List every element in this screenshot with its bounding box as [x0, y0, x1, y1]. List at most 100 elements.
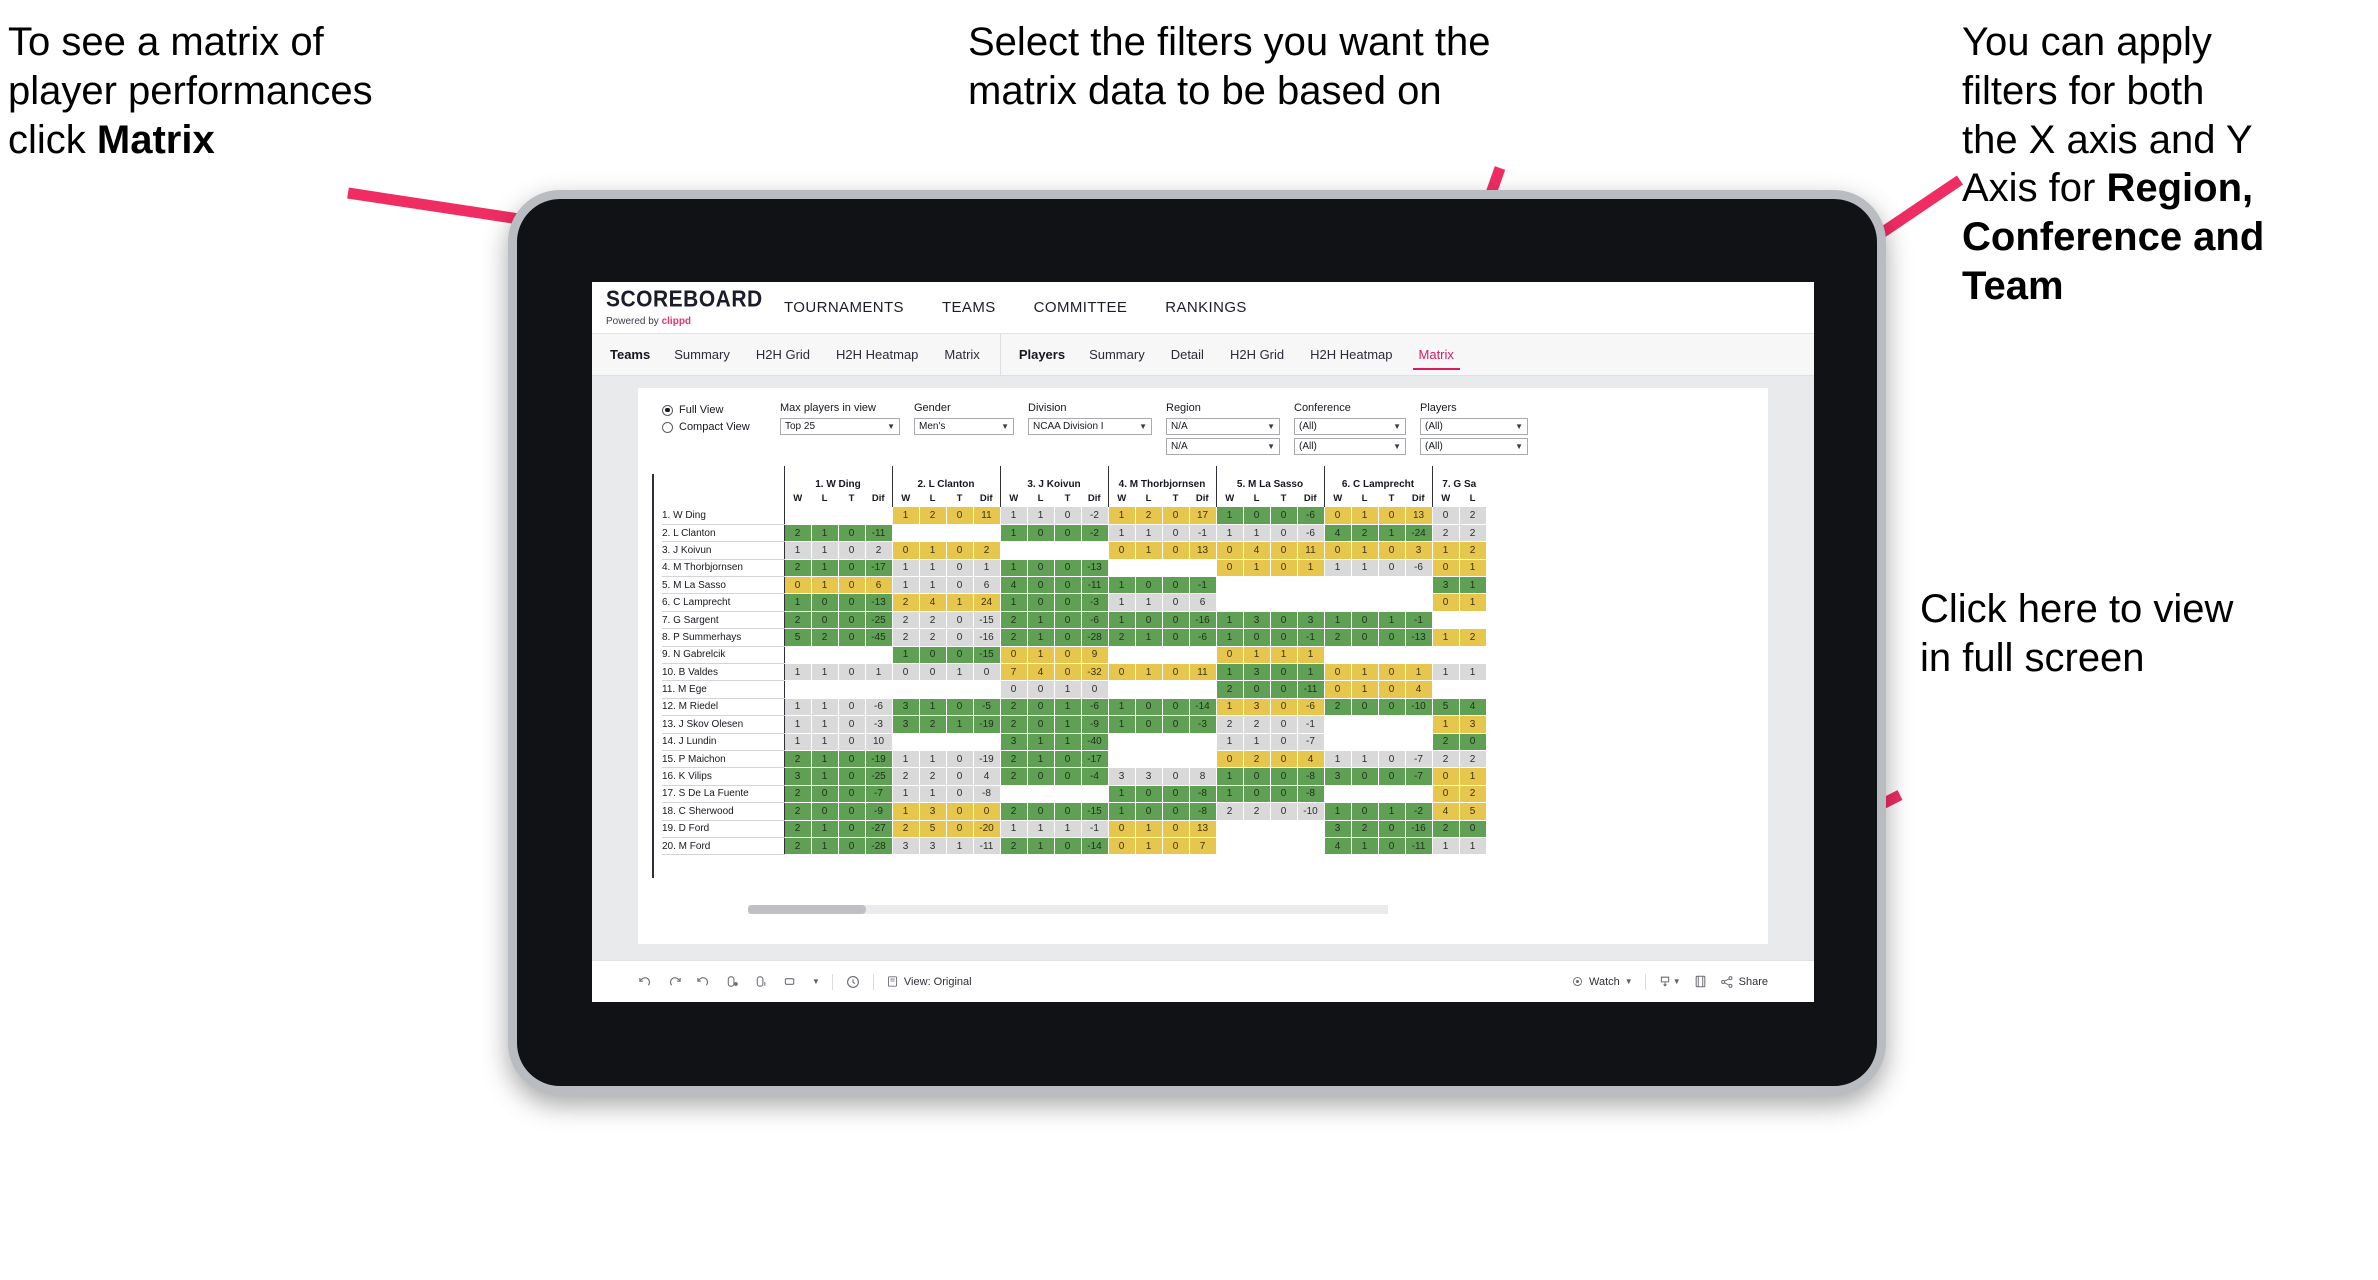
matrix-cell[interactable]: [1189, 559, 1217, 578]
matrix-cell[interactable]: -7: [865, 785, 893, 804]
matrix-cell[interactable]: 1: [811, 733, 839, 751]
matrix-cell[interactable]: 1: [1107, 698, 1136, 717]
matrix-cell[interactable]: 1: [1351, 750, 1379, 769]
matrix-cell[interactable]: [1351, 646, 1379, 665]
matrix-cell[interactable]: 1: [1243, 733, 1271, 751]
matrix-cell[interactable]: 4: [999, 576, 1028, 595]
matrix-column-header[interactable]: 1. W Ding: [783, 466, 892, 490]
matrix-cell[interactable]: [1323, 733, 1352, 751]
matrix-cell[interactable]: 1: [1107, 507, 1136, 525]
matrix-cell[interactable]: 2: [999, 611, 1028, 630]
matrix-cell[interactable]: 1: [1027, 820, 1055, 838]
matrix-cell[interactable]: [946, 524, 974, 543]
matrix-cell[interactable]: [1027, 785, 1055, 804]
matrix-cell[interactable]: -8: [1189, 785, 1217, 804]
matrix-cell[interactable]: 0: [838, 576, 866, 595]
matrix-cell[interactable]: [946, 733, 974, 751]
matrix-cell[interactable]: 3: [891, 715, 920, 734]
matrix-cell[interactable]: 0: [838, 802, 866, 821]
matrix-cell[interactable]: [1243, 593, 1271, 612]
matrix-cell[interactable]: 1: [1027, 750, 1055, 769]
matrix-cell[interactable]: [973, 680, 1001, 699]
matrix-cell[interactable]: 1: [891, 785, 920, 804]
matrix-row-label[interactable]: 10. B Valdes: [662, 663, 785, 682]
matrix-cell[interactable]: 1: [919, 698, 947, 717]
matrix-cell[interactable]: 4: [1323, 837, 1352, 856]
matrix-cell[interactable]: 0: [838, 715, 866, 734]
tab-teams-matrix[interactable]: Matrix: [942, 335, 981, 374]
matrix-cell[interactable]: 1: [1107, 576, 1136, 595]
matrix-cell[interactable]: 0: [1351, 698, 1379, 717]
matrix-cell[interactable]: 1: [811, 750, 839, 769]
matrix-cell[interactable]: [1215, 820, 1244, 838]
matrix-cell[interactable]: -11: [973, 837, 1001, 856]
redo-icon[interactable]: [667, 974, 682, 989]
matrix-cell[interactable]: -3: [1189, 715, 1217, 734]
matrix-cell[interactable]: 2: [1243, 802, 1271, 821]
matrix-cell[interactable]: 1: [1054, 733, 1082, 751]
matrix-cell[interactable]: -1: [1297, 628, 1325, 647]
tab-players-summary[interactable]: Summary: [1087, 335, 1147, 374]
matrix-cell[interactable]: 0: [1215, 541, 1244, 560]
refresh-data-icon[interactable]: [725, 974, 740, 989]
matrix-cell[interactable]: 2: [999, 628, 1028, 647]
matrix-cell[interactable]: [919, 524, 947, 543]
matrix-cell[interactable]: 1: [811, 715, 839, 734]
matrix-cell[interactable]: 1: [1323, 611, 1352, 630]
matrix-cell[interactable]: 2: [1431, 733, 1460, 751]
matrix-cell[interactable]: 5: [1431, 698, 1460, 717]
matrix-cell[interactable]: 0: [811, 802, 839, 821]
matrix-cell[interactable]: 0: [1027, 576, 1055, 595]
matrix-cell[interactable]: 0: [1027, 593, 1055, 612]
matrix-cell[interactable]: [1135, 750, 1163, 769]
matrix-cell[interactable]: [1351, 785, 1379, 804]
matrix-cell[interactable]: 1: [1297, 646, 1325, 665]
matrix-cell[interactable]: 0: [999, 680, 1028, 699]
matrix-cell[interactable]: -17: [1081, 750, 1109, 769]
matrix-cell[interactable]: 0: [1270, 750, 1298, 769]
matrix-cell[interactable]: -6: [1189, 628, 1217, 647]
matrix-cell[interactable]: [1162, 646, 1190, 665]
matrix-cell[interactable]: 0: [1162, 507, 1190, 525]
matrix-cell[interactable]: -5: [973, 698, 1001, 717]
matrix-cell[interactable]: 1: [811, 559, 839, 578]
matrix-cell[interactable]: [1378, 593, 1406, 612]
matrix-cell[interactable]: 0: [1162, 628, 1190, 647]
matrix-cell[interactable]: -11: [1081, 576, 1109, 595]
matrix-cell[interactable]: [1297, 837, 1325, 856]
matrix-cell[interactable]: -6: [1297, 507, 1325, 525]
matrix-cell[interactable]: 2: [1431, 820, 1460, 838]
matrix-cell[interactable]: 1: [1215, 611, 1244, 630]
matrix-cell[interactable]: 0: [1378, 750, 1406, 769]
matrix-cell[interactable]: 0: [811, 611, 839, 630]
matrix-cell[interactable]: -6: [1297, 698, 1325, 717]
matrix-cell[interactable]: -25: [865, 767, 893, 786]
matrix-cell[interactable]: 0: [1270, 767, 1298, 786]
matrix-cell[interactable]: 0: [946, 785, 974, 804]
matrix-cell[interactable]: -2: [1081, 507, 1109, 525]
matrix-cell[interactable]: 1: [1135, 628, 1163, 647]
matrix-cell[interactable]: 0: [1054, 611, 1082, 630]
matrix-cell[interactable]: 5: [1459, 802, 1487, 821]
matrix-cell[interactable]: 0: [1243, 785, 1271, 804]
matrix-cell[interactable]: 0: [919, 663, 947, 682]
matrix-cell[interactable]: 0: [946, 646, 974, 665]
matrix-cell[interactable]: 0: [1027, 680, 1055, 699]
matrix-cell[interactable]: 1: [1215, 524, 1244, 543]
matrix-cell[interactable]: -3: [1081, 593, 1109, 612]
matrix-cell[interactable]: [1162, 680, 1190, 699]
matrix-row-label[interactable]: 18. C Sherwood: [662, 802, 785, 821]
matrix-cell[interactable]: 2: [1215, 802, 1244, 821]
filter-players-x-select[interactable]: (All) ▼: [1420, 418, 1528, 435]
matrix-cell[interactable]: 0: [1054, 576, 1082, 595]
matrix-cell[interactable]: 0: [1107, 541, 1136, 560]
matrix-cell[interactable]: 1: [1270, 646, 1298, 665]
matrix-cell[interactable]: [1431, 611, 1460, 630]
matrix-cell[interactable]: [1431, 646, 1460, 665]
matrix-column-header[interactable]: 3. J Koivun: [999, 466, 1108, 490]
matrix-cell[interactable]: 0: [838, 820, 866, 838]
matrix-cell[interactable]: 3: [783, 767, 812, 786]
matrix-cell[interactable]: 0: [1323, 680, 1352, 699]
matrix-cell[interactable]: 4: [1243, 541, 1271, 560]
matrix-row-label[interactable]: 13. J Skov Olesen: [662, 715, 785, 734]
